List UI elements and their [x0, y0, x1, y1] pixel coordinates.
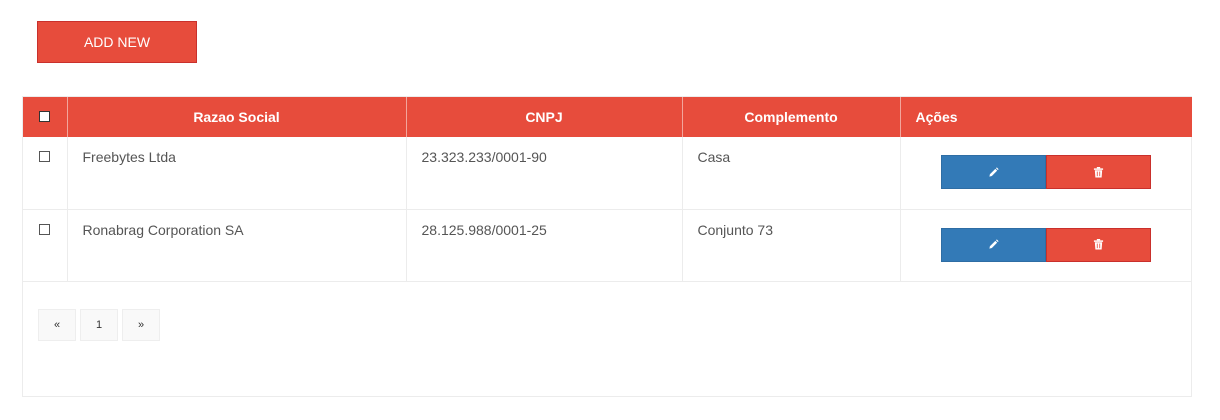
- trash-icon: [1093, 239, 1103, 250]
- row-select-cell: [23, 209, 68, 281]
- edit-button[interactable]: [940, 155, 1046, 189]
- row-checkbox[interactable]: [39, 223, 51, 235]
- cnpj-cell: 23.323.233/0001-90: [406, 137, 683, 209]
- header-cnpj[interactable]: CNPJ: [406, 97, 683, 137]
- table-header-row: Razao Social CNPJ Complemento Ações: [23, 97, 1192, 137]
- razao-social-cell: Ronabrag Corporation SA: [67, 209, 407, 281]
- pagination-prev[interactable]: «: [38, 309, 76, 341]
- delete-button[interactable]: [1045, 155, 1151, 189]
- pagination-page-1[interactable]: 1: [80, 309, 118, 341]
- actions-cell: [900, 137, 1192, 209]
- complemento-cell: Conjunto 73: [682, 209, 901, 281]
- add-new-button[interactable]: ADD NEW: [37, 21, 197, 63]
- header-complemento[interactable]: Complemento: [682, 97, 901, 137]
- trash-icon: [1093, 166, 1103, 178]
- pencil-icon: [988, 239, 999, 249]
- header-razao-social[interactable]: Razao Social: [67, 97, 407, 137]
- select-all-header: [23, 97, 68, 137]
- row-actions: [940, 227, 1193, 262]
- cnpj-cell: 28.125.988/0001-25: [406, 209, 683, 281]
- companies-table: Razao Social CNPJ Complemento Ações Free…: [23, 97, 1192, 282]
- pagination-next[interactable]: »: [122, 309, 160, 341]
- row-select-cell: [23, 137, 68, 209]
- pencil-icon: [988, 166, 999, 177]
- actions-cell: [900, 209, 1192, 281]
- complemento-cell: Casa: [682, 137, 901, 209]
- row-checkbox[interactable]: [39, 151, 51, 162]
- razao-social-cell: Freebytes Ltda: [67, 137, 407, 209]
- row-actions: [940, 155, 1193, 189]
- select-all-checkbox[interactable]: [39, 111, 51, 122]
- data-panel: Razao Social CNPJ Complemento Ações Free…: [22, 96, 1192, 397]
- pagination: « 1 »: [38, 309, 164, 341]
- header-acoes: Ações: [915, 109, 958, 125]
- delete-button[interactable]: [1045, 227, 1151, 262]
- table-row: Ronabrag Corporation SA 28.125.988/0001-…: [23, 209, 1192, 281]
- table-row: Freebytes Ltda 23.323.233/0001-90 Casa: [23, 137, 1192, 209]
- edit-button[interactable]: [940, 227, 1046, 262]
